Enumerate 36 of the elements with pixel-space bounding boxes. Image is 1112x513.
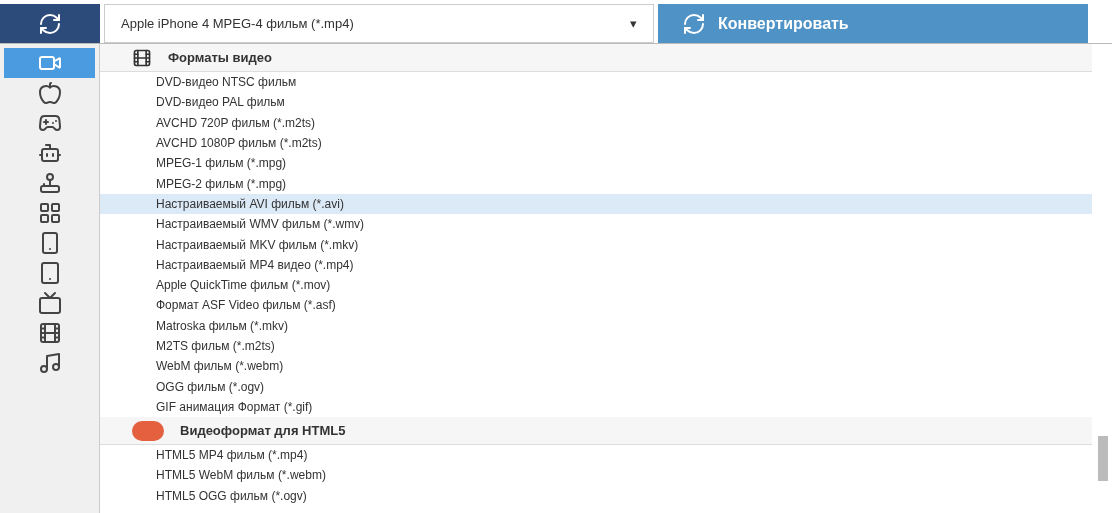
format-item[interactable]: Настраиваемый MP4 видео (*.mp4) xyxy=(100,254,1092,275)
group-title: Форматы видео xyxy=(168,48,272,67)
format-item[interactable]: HTML5 OGG фильм (*.ogv) xyxy=(100,485,1092,506)
robot-icon xyxy=(37,141,62,165)
profile-dropdown[interactable]: Apple iPhone 4 MPEG-4 фильм (*.mp4) ▾ xyxy=(104,4,654,43)
scrollbar-thumb[interactable] xyxy=(1098,436,1108,481)
format-item[interactable]: Настраиваемый WMV фильм (*.wmv) xyxy=(100,214,1092,235)
convert-icon xyxy=(682,11,706,36)
format-item[interactable]: Формат ASF Video фильм (*.asf) xyxy=(100,295,1092,316)
format-item[interactable]: Matroska фильм (*.mkv) xyxy=(100,315,1092,336)
format-item[interactable]: WebM фильм (*.webm) xyxy=(100,356,1092,377)
film-icon xyxy=(37,321,62,345)
music-icon xyxy=(37,351,62,375)
format-item[interactable]: GIF анимация Формат (*.gif) xyxy=(100,396,1092,418)
group-header[interactable]: Форматы видео xyxy=(100,44,1092,72)
film-icon xyxy=(132,47,152,68)
format-item[interactable]: DVD-видео PAL фильм xyxy=(100,92,1092,113)
apple-icon xyxy=(37,81,62,105)
joystick-icon xyxy=(37,171,62,195)
format-item[interactable]: M2TS фильм (*.m2ts) xyxy=(100,335,1092,357)
format-item[interactable]: OGG фильм (*.ogv) xyxy=(100,376,1092,397)
tv-icon xyxy=(37,291,62,315)
format-item[interactable]: Настраиваемый MKV фильм (*.mkv) xyxy=(100,234,1092,255)
format-item[interactable]: HTML5 WebM фильм (*.webm) xyxy=(100,465,1092,486)
group-title: Видеоформат для HTML5 xyxy=(180,421,346,440)
dropdown-arrow: ▾ xyxy=(630,14,637,33)
format-item[interactable]: MPEG-2 фильм (*.mpg) xyxy=(100,173,1092,194)
format-item[interactable]: Настраиваемый AVI фильм (*.avi) xyxy=(100,193,1092,215)
format-item[interactable]: AVCHD 720P фильм (*.m2ts) xyxy=(100,112,1092,133)
format-item[interactable]: Apple QuickTime фильм (*.mov) xyxy=(100,274,1092,296)
group-header[interactable]: Видеоформат для HTML5 xyxy=(100,417,1092,446)
format-item[interactable]: AVCHD 1080P фильм (*.m2ts) xyxy=(100,132,1092,154)
profile-value: Apple iPhone 4 MPEG-4 фильм (*.mp4) xyxy=(121,14,354,33)
format-item[interactable]: MPEG-1 фильм (*.mpg) xyxy=(100,153,1092,174)
format-item[interactable]: DVD-видео NTSC фильм xyxy=(100,72,1092,93)
format-item[interactable]: HTML5 MP4 фильм (*.mp4) xyxy=(100,445,1092,466)
